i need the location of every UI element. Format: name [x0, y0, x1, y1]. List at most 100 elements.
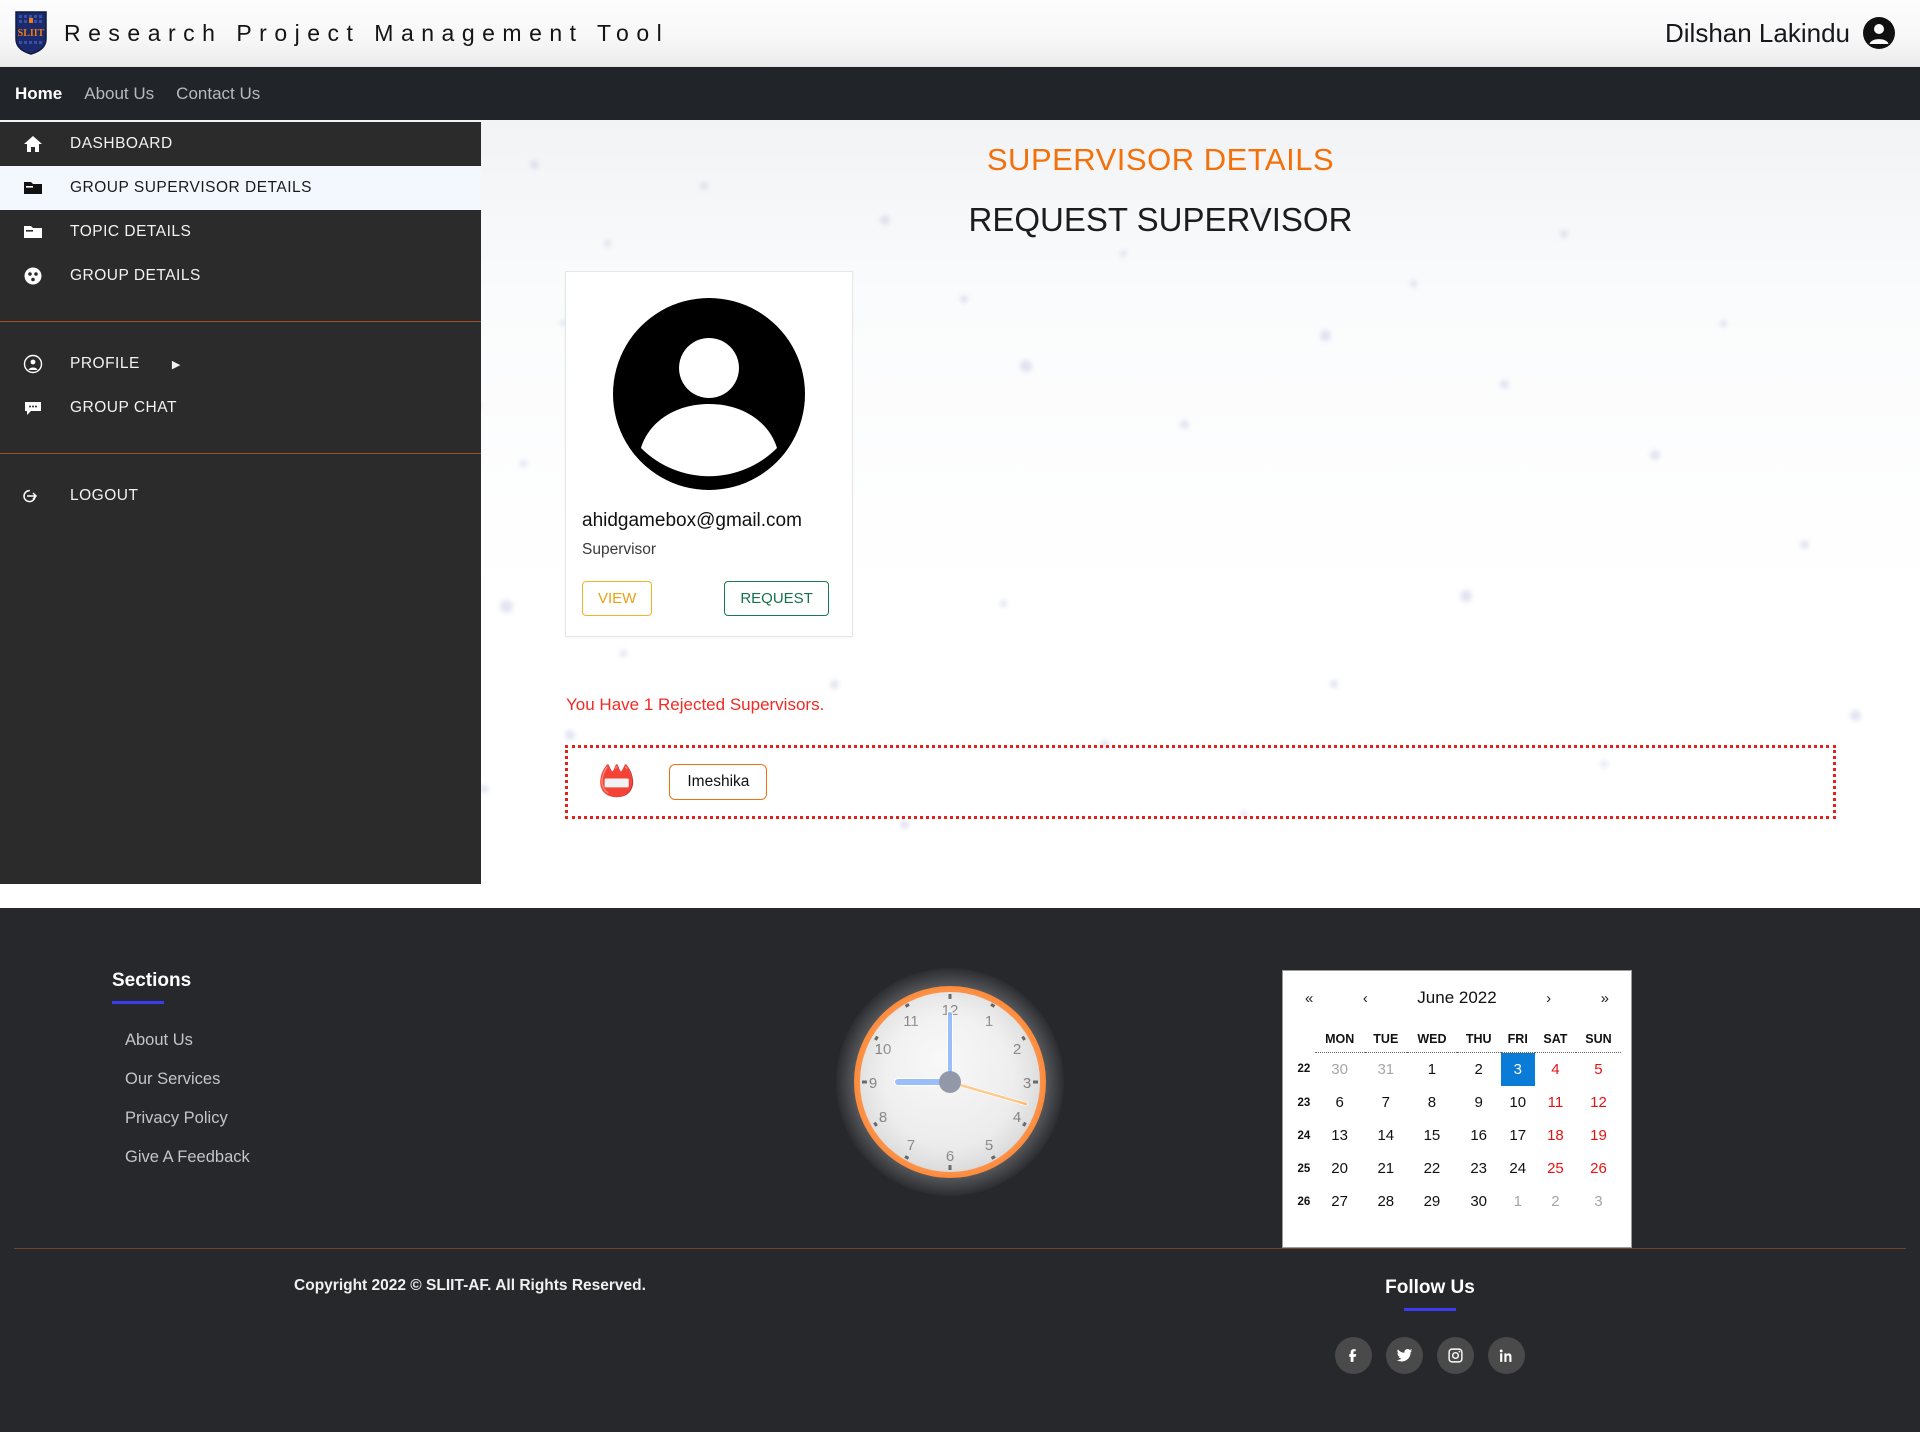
calendar-weekday-row: MON TUE WED THU FRI SAT SUN: [1293, 1028, 1621, 1053]
main-content: SUPERVISOR DETAILS REQUEST SUPERVISOR ah…: [481, 120, 1920, 908]
facebook-icon[interactable]: [1335, 1337, 1372, 1374]
calendar-day[interactable]: 14: [1365, 1119, 1408, 1152]
calendar-first-button[interactable]: «: [1305, 990, 1313, 1007]
calendar-widget: « ‹ June 2022 › » MON TUE WED THU FRI SA…: [1282, 970, 1632, 1248]
user-area[interactable]: Dilshan Lakindu: [1665, 16, 1896, 50]
calendar-day-selected[interactable]: 3: [1500, 1052, 1535, 1086]
folder-icon: [22, 177, 44, 199]
home-icon: [22, 133, 44, 155]
sidebar-item-group-details[interactable]: GROUP DETAILS: [0, 254, 481, 298]
footer-sections-heading: Sections: [112, 970, 192, 991]
footer-sections-column: Sections About Us Our Services Privacy P…: [0, 970, 640, 1248]
calendar-week-row: 23 6 7 8 9 10 11 12: [1293, 1086, 1621, 1119]
calendar-weeknum-header: [1293, 1028, 1315, 1053]
calendar-day[interactable]: 15: [1407, 1119, 1457, 1152]
calendar-day[interactable]: 26: [1576, 1152, 1621, 1185]
calendar-day[interactable]: 20: [1315, 1152, 1365, 1185]
sidebar-item-group-supervisor-details[interactable]: GROUP SUPERVISOR DETAILS: [0, 166, 481, 210]
group-icon: [22, 265, 44, 287]
calendar-week-row: 24 13 14 15 16 17 18 19: [1293, 1119, 1621, 1152]
sidebar-item-profile[interactable]: PROFILE ▶: [0, 342, 481, 386]
app-title: Research Project Management Tool: [64, 19, 670, 46]
calendar-week-row: 26 27 28 29 30 1 2 3: [1293, 1185, 1621, 1218]
calendar-day[interactable]: 2: [1457, 1053, 1501, 1087]
user-circle-icon: [22, 353, 44, 375]
calendar-day[interactable]: 11: [1535, 1086, 1576, 1119]
calendar-day[interactable]: 22: [1407, 1152, 1457, 1185]
calendar-next-button[interactable]: ›: [1546, 990, 1551, 1007]
calendar-day[interactable]: 30: [1457, 1185, 1501, 1218]
folder-icon: [22, 221, 44, 243]
calendar-day[interactable]: 12: [1576, 1086, 1621, 1119]
sidebar-item-dashboard[interactable]: DASHBOARD: [0, 122, 481, 166]
sidebar-label: TOPIC DETAILS: [70, 223, 192, 240]
footer-link-privacy-policy[interactable]: Privacy Policy: [125, 1109, 640, 1128]
calendar-day[interactable]: 31: [1365, 1053, 1408, 1087]
calendar-day[interactable]: 27: [1315, 1185, 1365, 1218]
calendar-day[interactable]: 1: [1501, 1185, 1535, 1218]
social-links: [1335, 1337, 1525, 1374]
sidebar-label: DASHBOARD: [70, 135, 173, 152]
calendar-day[interactable]: 2: [1535, 1185, 1576, 1218]
page-footer: Sections About Us Our Services Privacy P…: [0, 908, 1920, 1432]
calendar-day[interactable]: 24: [1501, 1152, 1535, 1185]
follow-us-section: Follow Us: [940, 1277, 1920, 1374]
calendar-prev-button[interactable]: ‹: [1363, 990, 1368, 1007]
calendar-day[interactable]: 1: [1407, 1053, 1457, 1087]
supervisor-avatar: [582, 286, 836, 510]
view-button[interactable]: VIEW: [582, 581, 653, 616]
calendar-day[interactable]: 29: [1407, 1185, 1457, 1218]
calendar-day[interactable]: 10: [1501, 1086, 1535, 1119]
sidebar-item-group-chat[interactable]: GROUP CHAT: [0, 386, 481, 430]
rejected-supervisor-chip[interactable]: Imeshika: [669, 764, 768, 800]
calendar-day[interactable]: 23: [1457, 1152, 1501, 1185]
calendar-day[interactable]: 16: [1457, 1119, 1501, 1152]
calendar-day[interactable]: 3: [1576, 1185, 1621, 1218]
calendar-week-number: 23: [1297, 1096, 1311, 1109]
top-header-bar: SLIIT Research Project Management Tool D…: [0, 0, 1920, 67]
calendar-last-button[interactable]: »: [1601, 990, 1609, 1007]
calendar-weekday-fri: FRI: [1500, 1028, 1535, 1053]
linkedin-icon[interactable]: [1488, 1337, 1525, 1374]
avatar-icon[interactable]: [1862, 16, 1896, 50]
sidebar-item-topic-details[interactable]: TOPIC DETAILS: [0, 210, 481, 254]
calendar-day[interactable]: 13: [1315, 1119, 1365, 1152]
calendar-day[interactable]: 5: [1576, 1053, 1621, 1087]
calendar-weekday-tue: TUE: [1364, 1028, 1408, 1053]
sidebar-item-logout[interactable]: LOGOUT: [0, 474, 481, 518]
footer-link-give-a-feedback[interactable]: Give A Feedback: [125, 1148, 640, 1167]
calendar-day[interactable]: 25: [1535, 1152, 1576, 1185]
sidebar-label: GROUP DETAILS: [70, 267, 201, 284]
sidebar: DASHBOARD GROUP SUPERVISOR DETAILS TOPIC…: [0, 122, 481, 884]
follow-us-underline: [1404, 1308, 1456, 1311]
calendar-day[interactable]: 4: [1535, 1053, 1576, 1087]
calendar-day[interactable]: 28: [1365, 1185, 1408, 1218]
nav-item-about-us[interactable]: About Us: [84, 84, 154, 104]
user-name: Dilshan Lakindu: [1664, 17, 1850, 48]
calendar-week-row: 25 20 21 22 23 24 25 26: [1293, 1152, 1621, 1185]
rejected-supervisors-message: You Have 1 Rejected Supervisors.: [566, 695, 825, 714]
clock-glow: [836, 968, 1064, 1196]
twitter-icon[interactable]: [1386, 1337, 1423, 1374]
calendar-day[interactable]: 30: [1315, 1053, 1365, 1087]
supervisor-card: ahidgamebox@gmail.com Supervisor VIEW RE…: [565, 271, 853, 637]
calendar-day[interactable]: 19: [1576, 1119, 1621, 1152]
footer-link-our-services[interactable]: Our Services: [125, 1070, 640, 1089]
instagram-icon[interactable]: [1437, 1337, 1474, 1374]
calendar-day[interactable]: 9: [1457, 1086, 1501, 1119]
nav-item-contact-us[interactable]: Contact Us: [176, 84, 260, 104]
nav-item-home[interactable]: Home: [15, 84, 62, 104]
footer-top: Sections About Us Our Services Privacy P…: [0, 908, 1920, 1248]
follow-us-heading: Follow Us: [1385, 1277, 1475, 1298]
calendar-day[interactable]: 7: [1365, 1086, 1408, 1119]
calendar-day[interactable]: 17: [1501, 1119, 1535, 1152]
calendar-day[interactable]: 8: [1407, 1086, 1457, 1119]
calendar-day[interactable]: 6: [1315, 1086, 1365, 1119]
request-button[interactable]: REQUEST: [724, 581, 829, 616]
footer-link-about-us[interactable]: About Us: [125, 1031, 640, 1050]
calendar-week-row: 22 30 31 1 2 3 4 5: [1293, 1052, 1621, 1087]
calendar-day[interactable]: 18: [1535, 1119, 1576, 1152]
calendar-day[interactable]: 21: [1365, 1152, 1408, 1185]
logout-icon: [22, 485, 44, 507]
